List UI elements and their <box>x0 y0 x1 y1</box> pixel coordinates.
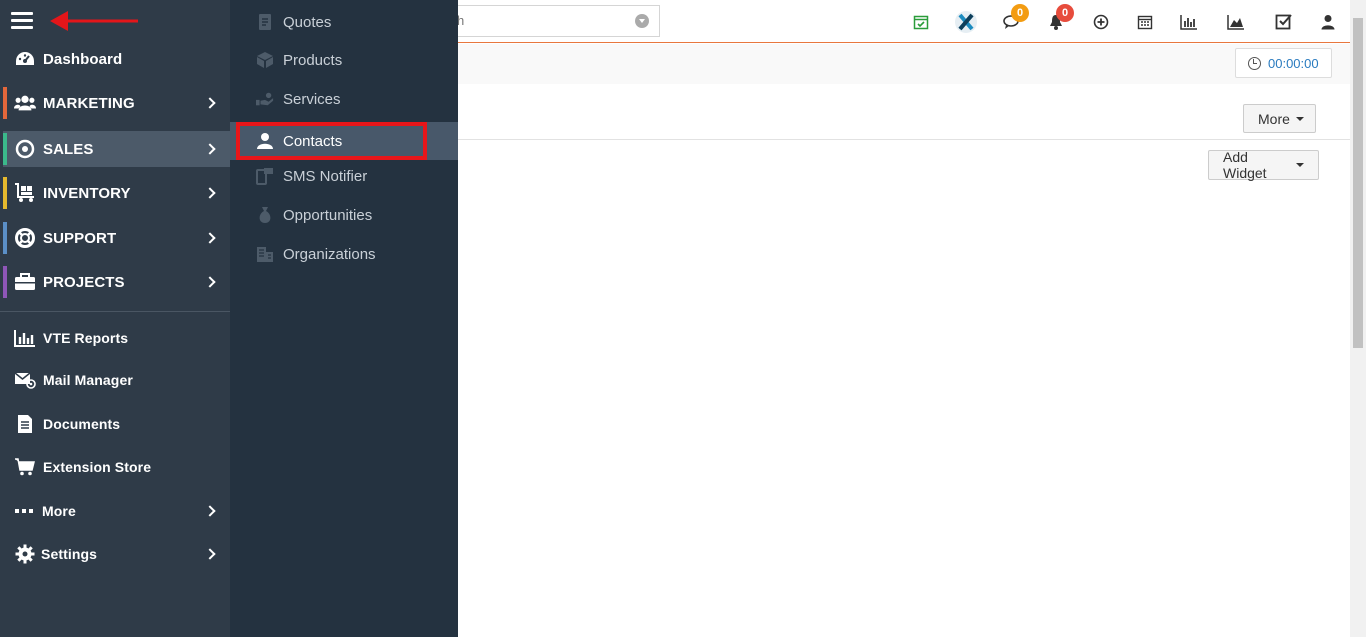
sidebar-item-label: VTE Reports <box>43 330 129 346</box>
sidebar: Dashboard MARKETING SALES INVENTORY SUPP… <box>0 0 230 637</box>
messages-icon[interactable]: 0 <box>1001 4 1029 32</box>
sidebar-item-documents[interactable]: Documents <box>0 406 230 442</box>
caret-down-icon <box>1296 163 1304 167</box>
contacts-highlight-annotation <box>236 122 427 160</box>
submenu-item-opportunities[interactable]: Opportunities <box>230 196 458 234</box>
sidebar-item-dashboard[interactable]: Dashboard <box>0 41 230 77</box>
money-bag-icon <box>256 206 274 224</box>
chevron-right-icon <box>204 276 216 288</box>
reports-chart-icon[interactable] <box>1179 12 1199 32</box>
red-arrow-annotation <box>50 11 138 31</box>
sales-submenu: Quotes Products Services Contacts SMS No… <box>230 0 458 637</box>
chevron-right-icon <box>204 548 216 560</box>
module-color-stripe <box>3 266 7 298</box>
sidebar-item-label: More <box>42 503 76 519</box>
sidebar-item-label: Extension Store <box>43 459 152 475</box>
submenu-item-label: SMS Notifier <box>283 167 368 185</box>
chevron-right-icon <box>204 97 216 109</box>
sidebar-divider <box>0 311 230 312</box>
submenu-item-label: Services <box>283 90 341 108</box>
sidebar-item-projects[interactable]: PROJECTS <box>0 264 230 300</box>
ellipsis-icon <box>14 500 36 522</box>
bar-chart-icon <box>14 327 36 349</box>
module-color-stripe <box>3 222 7 254</box>
sidebar-item-label: SUPPORT <box>43 229 117 247</box>
sidebar-item-label: SALES <box>43 140 94 158</box>
more-button-label: More <box>1258 110 1290 127</box>
sidebar-item-support[interactable]: SUPPORT <box>0 220 230 256</box>
page-scrollbar[interactable] <box>1350 0 1366 637</box>
shopping-cart-icon <box>14 456 36 478</box>
document-icon <box>14 413 36 435</box>
chevron-right-icon <box>204 143 216 155</box>
sidebar-item-marketing[interactable]: MARKETING <box>0 85 230 121</box>
add-widget-button[interactable]: Add Widget <box>1208 149 1319 181</box>
caret-down-icon <box>1295 116 1304 121</box>
calendar-icon[interactable] <box>1135 12 1155 32</box>
more-button[interactable]: More <box>1243 104 1316 133</box>
sidebar-item-settings[interactable]: Settings <box>0 536 230 572</box>
timer-value: 00:00:00 <box>1268 56 1319 71</box>
submenu-item-sms-notifier[interactable]: SMS Notifier <box>230 157 458 195</box>
chevron-right-icon <box>204 505 216 517</box>
hamburger-menu-icon[interactable] <box>11 12 33 30</box>
add-widget-label: Add Widget <box>1223 149 1267 181</box>
sidebar-item-label: PROJECTS <box>43 273 125 291</box>
submenu-item-organizations[interactable]: Organizations <box>230 235 458 273</box>
submenu-item-label: Products <box>283 51 343 69</box>
scrollbar-thumb[interactable] <box>1353 18 1363 348</box>
box-icon <box>256 51 274 69</box>
submenu-item-label: Organizations <box>283 245 376 263</box>
module-color-stripe <box>3 133 7 165</box>
sidebar-item-label: Settings <box>41 546 98 562</box>
building-icon <box>256 245 274 263</box>
submenu-item-services[interactable]: Services <box>230 80 458 118</box>
sidebar-item-label: INVENTORY <box>43 184 131 202</box>
submenu-item-label: Quotes <box>283 13 332 31</box>
sidebar-item-extension-store[interactable]: Extension Store <box>0 449 230 485</box>
bell-icon[interactable]: 0 <box>1046 4 1074 32</box>
sidebar-item-label: Documents <box>43 416 121 432</box>
sidebar-item-label: Mail Manager <box>43 372 133 388</box>
user-profile-icon[interactable] <box>1318 12 1338 32</box>
timer-button[interactable]: 00:00:00 <box>1235 48 1332 78</box>
chevron-right-icon <box>204 187 216 199</box>
target-icon <box>14 138 36 160</box>
calendar-check-icon[interactable] <box>911 12 931 32</box>
module-color-stripe <box>3 177 7 209</box>
mail-icon <box>14 369 36 391</box>
tab-divider <box>458 139 1350 140</box>
users-icon <box>14 92 36 114</box>
sms-icon <box>256 167 274 185</box>
messages-badge: 0 <box>1011 4 1029 22</box>
clock-icon <box>1248 57 1261 70</box>
lifebuoy-icon <box>14 227 36 249</box>
sidebar-item-vte-reports[interactable]: VTE Reports <box>0 320 230 356</box>
area-chart-icon[interactable] <box>1226 12 1246 32</box>
submenu-item-products[interactable]: Products <box>230 41 458 79</box>
tasks-check-icon[interactable] <box>1274 12 1294 32</box>
briefcase-icon <box>14 271 36 293</box>
add-circle-icon[interactable] <box>1091 12 1111 32</box>
submenu-item-label: Opportunities <box>283 206 373 224</box>
vtexperts-logo-icon[interactable] <box>953 9 979 35</box>
sidebar-item-sales[interactable]: SALES <box>3 131 230 167</box>
submenu-item-quotes[interactable]: Quotes <box>230 3 458 41</box>
chevron-right-icon <box>204 232 216 244</box>
service-icon <box>256 90 274 108</box>
gear-icon <box>14 543 36 565</box>
module-color-stripe <box>3 87 7 119</box>
sidebar-item-label: MARKETING <box>43 94 135 112</box>
sidebar-item-label: Dashboard <box>43 50 123 68</box>
sidebar-item-mail-manager[interactable]: Mail Manager <box>0 362 230 398</box>
cart-icon <box>14 182 36 204</box>
dashboard-icon <box>14 48 36 70</box>
quote-icon <box>256 13 274 31</box>
sidebar-item-more[interactable]: More <box>0 493 230 529</box>
sidebar-item-inventory[interactable]: INVENTORY <box>0 175 230 211</box>
notifications-badge: 0 <box>1056 4 1074 22</box>
